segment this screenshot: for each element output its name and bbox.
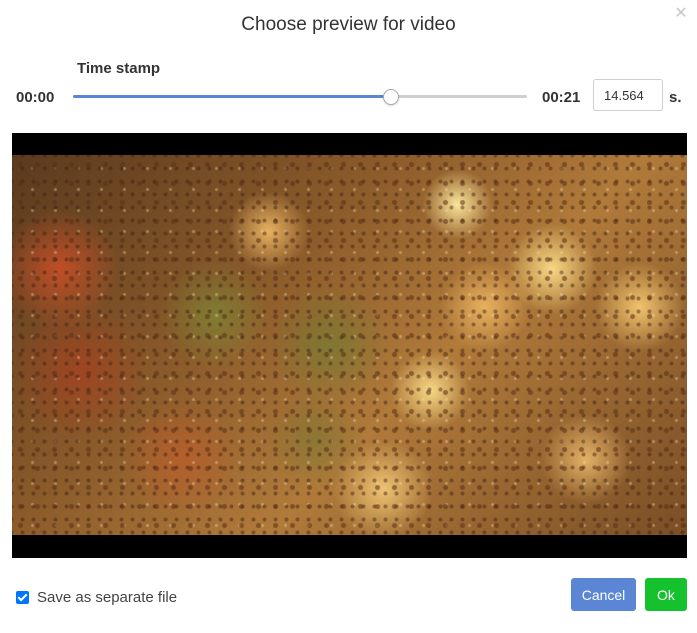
save-separate-checkbox[interactable]: [16, 590, 29, 604]
save-separate-row: Save as separate file: [16, 587, 177, 607]
rain-drops-overlay: [12, 155, 687, 535]
slider-fill: [73, 95, 391, 98]
preview-frame-image: [12, 155, 687, 535]
time-slider[interactable]: [73, 88, 527, 106]
start-time: 00:00: [16, 89, 55, 106]
ok-button[interactable]: Ok: [645, 578, 687, 611]
seconds-unit: s.: [669, 89, 682, 106]
time-stamp-label: Time stamp: [77, 60, 161, 77]
close-icon[interactable]: ✕: [673, 6, 689, 22]
cancel-button[interactable]: Cancel: [571, 578, 636, 611]
end-time: 00:21: [542, 89, 581, 106]
dialog-title: Choose preview for video: [241, 14, 456, 35]
seconds-input[interactable]: [593, 79, 663, 111]
slider-thumb[interactable]: [382, 89, 399, 105]
choose-preview-dialog: Choose preview for video ✕ Time stamp 00…: [0, 0, 697, 633]
save-separate-label[interactable]: Save as separate file: [37, 589, 177, 606]
video-preview: [12, 133, 687, 558]
